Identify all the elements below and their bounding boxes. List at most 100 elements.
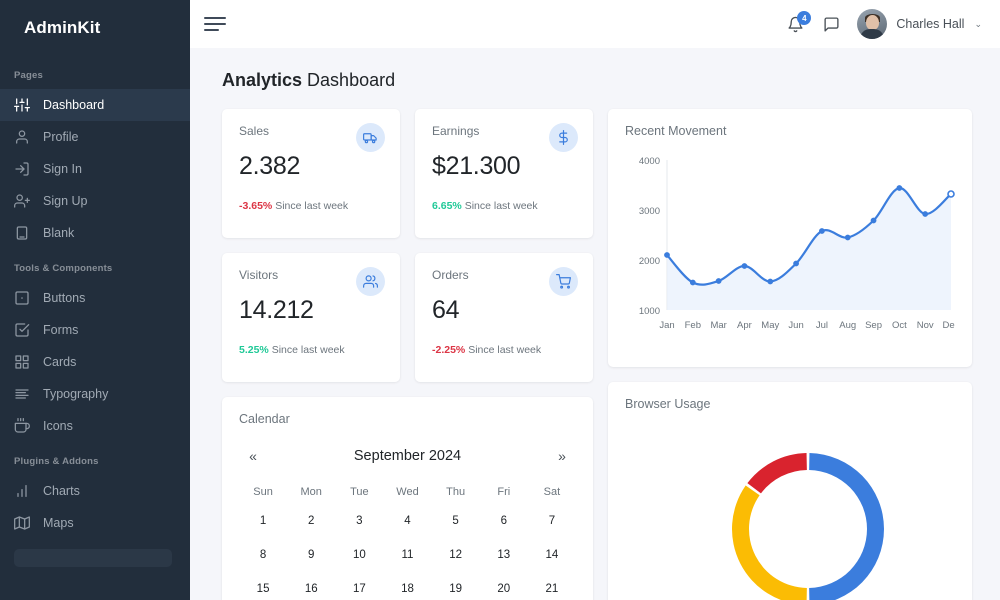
chart-data-point: [742, 264, 747, 269]
calendar-day-cell[interactable]: 10: [335, 538, 383, 572]
align-left-icon: [14, 386, 30, 402]
sidebar-item-sign-up[interactable]: Sign Up: [0, 185, 190, 217]
calendar-next-button[interactable]: »: [554, 448, 570, 464]
chart-data-point: [794, 261, 799, 266]
chevron-down-icon: ⌄: [974, 19, 982, 30]
calendar-day-cell[interactable]: 14: [528, 538, 576, 572]
calendar-day-cell[interactable]: 11: [383, 538, 431, 572]
messages-button[interactable]: [821, 13, 841, 35]
calendar-month-label: September 2024: [354, 448, 461, 464]
stat-change-period: Since last week: [269, 344, 345, 356]
stat-footnote: -3.65% Since last week: [239, 200, 383, 212]
chart-data-point: [948, 191, 954, 197]
login-icon: [14, 161, 30, 177]
calendar-day-cell[interactable]: 3: [335, 504, 383, 538]
chart-y-tick-label: 2000: [639, 256, 660, 267]
dashboard-grid: Sales2.382-3.65% Since last weekEarnings…: [222, 109, 968, 600]
sidebar-item-profile[interactable]: Profile: [0, 121, 190, 153]
calendar-day-cell[interactable]: 18: [383, 572, 431, 600]
chart-y-tick-label: 4000: [639, 156, 660, 167]
sidebar-item-label: Icons: [43, 419, 73, 433]
calendar-day-cell[interactable]: 1: [239, 504, 287, 538]
chart-data-point: [923, 212, 928, 217]
calendar-day-cell[interactable]: 9: [287, 538, 335, 572]
square-icon: [14, 290, 30, 306]
chart-data-point: [768, 279, 773, 284]
calendar-day-of-week: Wed: [383, 480, 431, 504]
stat-card: Earnings$21.3006.65% Since last week: [415, 109, 593, 238]
stat-icon-badge: [356, 267, 385, 296]
recent-movement-title: Recent Movement: [625, 124, 955, 138]
sliders-icon: [14, 97, 30, 113]
calendar-day-cell[interactable]: 8: [239, 538, 287, 572]
sidebar-item-label: Sign Up: [43, 194, 87, 208]
chart-x-tick-label: Jan: [659, 320, 674, 331]
chart-x-tick-label: Dec: [943, 320, 955, 331]
user-menu[interactable]: Charles Hall ⌄: [857, 9, 982, 39]
message-square-icon: [823, 16, 840, 33]
calendar-day-cell[interactable]: 6: [480, 504, 528, 538]
calendar-day-cell[interactable]: 16: [287, 572, 335, 600]
chart-data-point: [897, 186, 902, 191]
chart-data-point: [665, 253, 670, 258]
brand[interactable]: AdminKit: [0, 0, 190, 56]
chart-x-tick-label: May: [761, 320, 779, 331]
calendar-day-cell[interactable]: 2: [287, 504, 335, 538]
calendar-day-cell[interactable]: 7: [528, 504, 576, 538]
bar-chart-icon: [14, 483, 30, 499]
calendar-day-cell[interactable]: 5: [432, 504, 480, 538]
chart-x-tick-label: Aug: [839, 320, 856, 331]
calendar-day-cell[interactable]: 4: [383, 504, 431, 538]
stat-icon-badge: [356, 123, 385, 152]
user-icon: [14, 129, 30, 145]
user-name-label: Charles Hall: [896, 17, 964, 31]
calendar-prev-button[interactable]: «: [245, 448, 261, 464]
page-title: Analytics Dashboard: [222, 70, 968, 91]
notifications-button[interactable]: 4: [785, 13, 805, 35]
sidebar-item-dashboard[interactable]: Dashboard: [0, 89, 190, 121]
sidebar-item-icons[interactable]: Icons: [0, 410, 190, 442]
hamburger-icon[interactable]: [204, 17, 226, 32]
stat-icon-badge: [549, 123, 578, 152]
calendar-day-cell[interactable]: 17: [335, 572, 383, 600]
brand-label: AdminKit: [24, 18, 100, 38]
chart-x-tick-label: Sep: [865, 320, 882, 331]
sidebar-item-cards[interactable]: Cards: [0, 346, 190, 378]
stat-footnote: 6.65% Since last week: [432, 200, 576, 212]
calendar-day-cell[interactable]: 21: [528, 572, 576, 600]
sidebar-section-header: Plugins & Addons: [0, 442, 190, 475]
sidebar-item-sign-in[interactable]: Sign In: [0, 153, 190, 185]
chart-data-point: [845, 235, 850, 240]
sidebar-item-buttons[interactable]: Buttons: [0, 282, 190, 314]
calendar-day-of-week: Thu: [432, 480, 480, 504]
page-content: Analytics Dashboard Sales2.382-3.65% Sin…: [190, 48, 1000, 600]
calendar-day-cell[interactable]: 13: [480, 538, 528, 572]
browser-usage-chart: [625, 411, 955, 600]
stat-change-percent: 6.65%: [432, 200, 462, 212]
stat-card-list: Sales2.382-3.65% Since last weekEarnings…: [222, 109, 593, 382]
avatar-body: [860, 29, 884, 39]
sidebar-item-charts[interactable]: Charts: [0, 475, 190, 507]
app-root: AdminKit PagesDashboardProfileSign InSig…: [0, 0, 1000, 600]
sidebar-item-blank[interactable]: Blank: [0, 217, 190, 249]
hamburger-bar: [204, 17, 226, 20]
navbar-right: 4 Charles Hall ⌄: [785, 9, 982, 39]
calendar-day-cell[interactable]: 20: [480, 572, 528, 600]
browser-usage-card: Browser Usage: [608, 382, 972, 600]
sidebar-item-label: Blank: [43, 226, 74, 240]
stat-change-percent: 5.25%: [239, 344, 269, 356]
calendar-day-cell[interactable]: 12: [432, 538, 480, 572]
users-icon: [363, 274, 378, 289]
calendar-day-cell[interactable]: 15: [239, 572, 287, 600]
sidebar-item-forms[interactable]: Forms: [0, 314, 190, 346]
sidebar-item-typography[interactable]: Typography: [0, 378, 190, 410]
chart-data-point: [690, 280, 695, 285]
avatar: [857, 9, 887, 39]
donut-segment-chrome: [809, 453, 884, 600]
chart-x-tick-label: Jul: [816, 320, 828, 331]
sidebar-item-label: Dashboard: [43, 98, 104, 112]
calendar-day-cell[interactable]: 19: [432, 572, 480, 600]
truck-icon: [363, 130, 378, 145]
sidebar-item-maps[interactable]: Maps: [0, 507, 190, 539]
top-navbar: 4 Charles Hall ⌄: [190, 0, 1000, 48]
